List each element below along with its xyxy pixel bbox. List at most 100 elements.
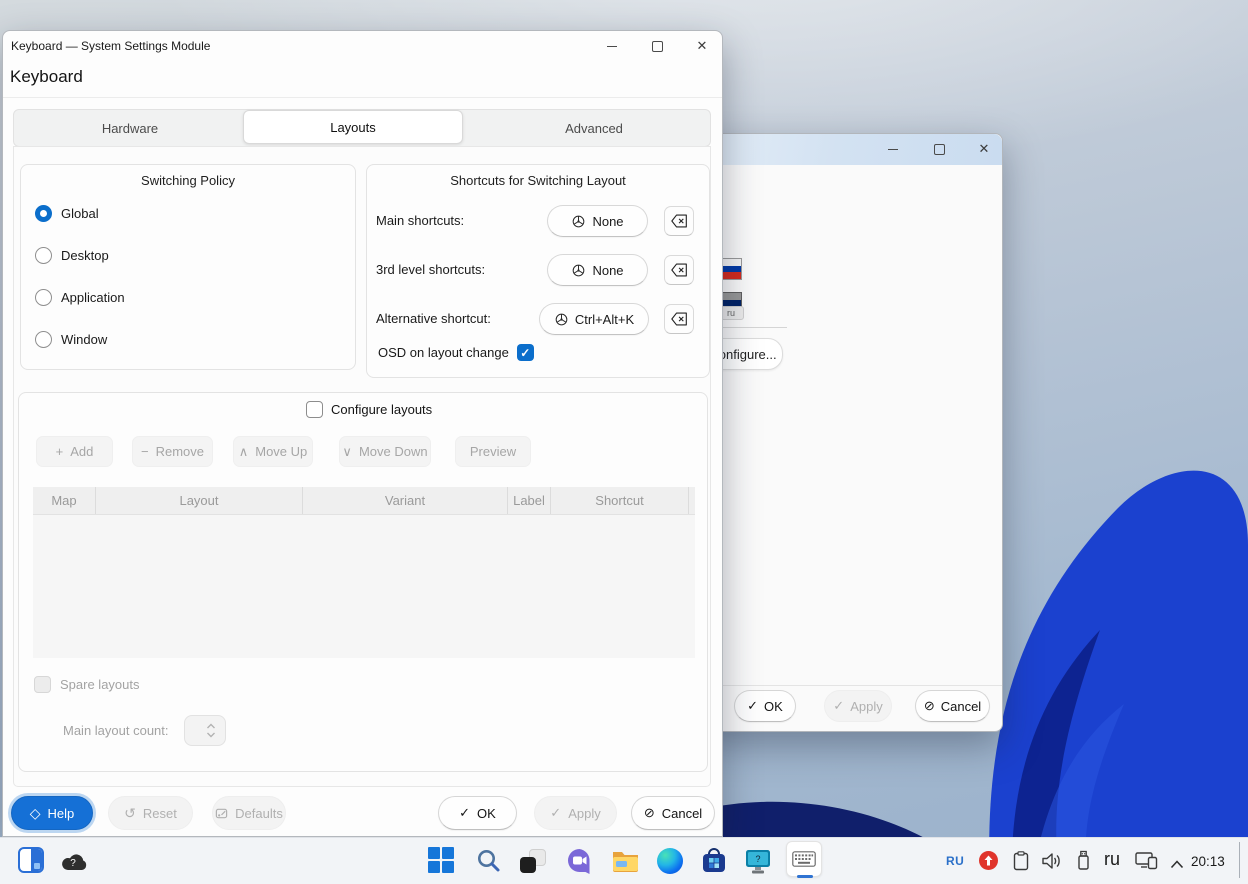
column-header-layout[interactable]: Layout <box>96 487 303 514</box>
language-indicator[interactable]: ru <box>1104 849 1120 870</box>
backspace-icon <box>671 312 688 326</box>
active-app-indicator <box>797 875 813 878</box>
osd-label: OSD on layout change <box>378 345 509 360</box>
tab-layouts[interactable]: Layouts <box>243 110 463 144</box>
third-level-shortcuts-button[interactable]: None <box>547 254 648 286</box>
column-header-map[interactable]: Map <box>33 487 96 514</box>
main-layout-count-label: Main layout count: <box>63 723 169 738</box>
column-header-variant[interactable]: Variant <box>303 487 508 514</box>
spare-layouts-row: Spare layouts <box>34 676 140 693</box>
shortcut-wheel-icon <box>571 214 586 229</box>
remove-button[interactable]: − Remove <box>132 436 213 467</box>
tab-hardware[interactable]: Hardware <box>14 110 246 146</box>
close-button[interactable]: ✕ <box>687 31 717 61</box>
minimize-button[interactable] <box>597 31 627 61</box>
chat-icon[interactable] <box>566 847 593 879</box>
header-divider <box>3 97 722 98</box>
column-header-shortcut[interactable]: Shortcut <box>551 487 689 514</box>
tray-chevron-up-icon[interactable] <box>1170 856 1184 874</box>
radio-window[interactable]: Window <box>35 330 107 348</box>
footer-divider <box>701 685 1002 686</box>
chevron-down-icon: ∨ <box>342 444 352 460</box>
bg-maximize-button[interactable] <box>924 134 954 164</box>
keyboard-app-taskbar-button[interactable] <box>786 841 822 877</box>
radio-application[interactable]: Application <box>35 288 125 306</box>
osd-checkbox[interactable]: ✓ <box>517 344 534 361</box>
svg-text:?: ? <box>755 854 760 864</box>
bg-cancel-button[interactable]: ⊘Cancel <box>915 690 990 722</box>
move-up-button[interactable]: ∧ Move Up <box>233 436 313 467</box>
column-header-label[interactable]: Label <box>508 487 551 514</box>
svg-text:?: ? <box>70 858 76 869</box>
desktop: ✕ ru Configure... ✓OK ✓Apply ⊘Cancel <box>0 0 1248 884</box>
cast-display-icon[interactable] <box>1135 851 1158 876</box>
show-desktop-button[interactable] <box>1239 842 1240 878</box>
file-explorer-icon[interactable] <box>612 849 639 877</box>
main-shortcuts-button[interactable]: None <box>547 205 648 237</box>
ok-button[interactable]: ✓ OK <box>438 796 517 830</box>
third-level-shortcuts-label: 3rd level shortcuts: <box>376 262 485 277</box>
radio-global[interactable]: Global <box>35 204 99 222</box>
usb-device-icon[interactable] <box>1076 850 1091 876</box>
radio-desktop[interactable]: Desktop <box>35 246 109 264</box>
help-button[interactable]: ◇ Help <box>11 796 93 830</box>
defaults-button[interactable]: Defaults <box>212 796 286 830</box>
x-server-monitor-icon[interactable]: ? <box>744 848 772 880</box>
widgets-icon[interactable] <box>18 847 44 873</box>
reset-button[interactable]: ↺ Reset <box>108 796 193 830</box>
add-button[interactable]: + Add <box>36 436 113 467</box>
maximize-button[interactable] <box>642 31 672 61</box>
background-window-titlebar[interactable] <box>701 134 1002 165</box>
bg-close-button[interactable]: ✕ <box>969 134 999 164</box>
microsoft-store-icon[interactable] <box>701 848 727 879</box>
move-down-button[interactable]: ∨ Move Down <box>339 436 431 467</box>
clear-alternative-shortcut-button[interactable] <box>664 304 694 334</box>
bg-ok-button[interactable]: ✓OK <box>734 690 796 722</box>
defaults-icon <box>215 807 228 820</box>
close-icon: ✕ <box>697 38 708 54</box>
radio-icon[interactable] <box>35 247 52 264</box>
keyboard-layout-badge[interactable]: RU <box>946 854 964 868</box>
help-diamond-icon: ◇ <box>30 805 41 822</box>
radio-icon[interactable] <box>35 289 52 306</box>
bg-minimize-button[interactable] <box>878 134 908 164</box>
clipboard-icon[interactable] <box>1013 851 1029 876</box>
minus-icon: − <box>141 444 149 459</box>
radio-icon[interactable] <box>35 331 52 348</box>
maximize-icon <box>652 41 663 52</box>
reset-icon: ↺ <box>124 805 136 822</box>
alternative-shortcut-button[interactable]: Ctrl+Alt+K <box>539 303 649 335</box>
plus-icon: + <box>56 444 64 459</box>
spare-layouts-label: Spare layouts <box>60 677 140 692</box>
volume-icon[interactable] <box>1041 852 1063 875</box>
background-window[interactable]: ✕ ru Configure... ✓OK ✓Apply ⊘Cancel <box>700 133 1003 732</box>
backspace-icon <box>671 263 688 277</box>
clear-main-shortcut-button[interactable] <box>664 206 694 236</box>
clear-third-level-shortcut-button[interactable] <box>664 255 694 285</box>
configure-layouts-checkbox[interactable] <box>306 401 323 418</box>
apply-button[interactable]: ✓ Apply <box>534 796 617 830</box>
tab-advanced[interactable]: Advanced <box>478 110 710 146</box>
preview-button[interactable]: Preview <box>455 436 531 467</box>
configure-layouts-group: Configure layouts + Add − Remove ∧ Move … <box>18 392 708 772</box>
edge-icon[interactable] <box>657 848 683 874</box>
cancel-button[interactable]: ⊘ Cancel <box>631 796 715 830</box>
bg-apply-button[interactable]: ✓Apply <box>824 690 892 722</box>
main-shortcuts-label: Main shortcuts: <box>376 213 464 228</box>
weather-cloud-icon[interactable]: ? <box>60 849 88 876</box>
update-alert-icon[interactable] <box>979 851 998 870</box>
radio-icon[interactable] <box>35 205 52 222</box>
task-view-icon[interactable] <box>520 849 546 873</box>
layouts-table-body-empty[interactable] <box>33 515 695 658</box>
start-button[interactable] <box>428 847 454 873</box>
spare-layouts-checkbox[interactable] <box>34 676 51 693</box>
clock[interactable]: 20:13 <box>1191 854 1225 869</box>
search-icon[interactable] <box>476 848 501 878</box>
page-title: Keyboard <box>10 67 83 87</box>
keyboard-settings-window[interactable]: Keyboard — System Settings Module ✕ Keyb… <box>2 30 723 837</box>
layouts-table-header: Map Layout Variant Label Shortcut <box>33 487 695 515</box>
shortcuts-group: Shortcuts for Switching Layout Main shor… <box>366 164 710 378</box>
main-layout-count-spinner[interactable] <box>184 715 226 746</box>
check-icon: ✓ <box>550 805 561 821</box>
group-title: Switching Policy <box>21 173 355 188</box>
